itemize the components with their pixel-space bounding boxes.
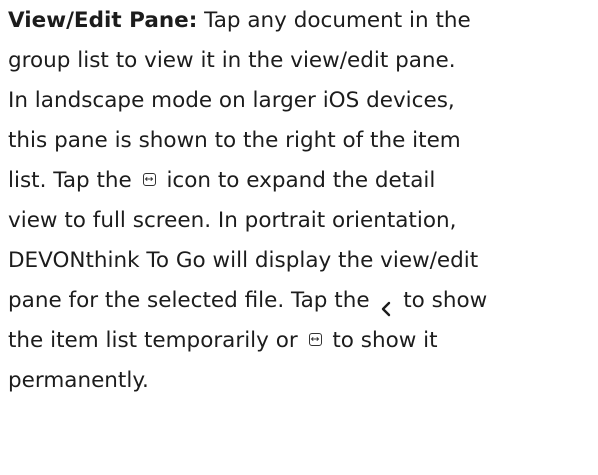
chevron-left-icon [380,291,392,317]
text-segment: permanently. [8,368,149,393]
text-segment: view to full screen. In portrait orienta… [8,208,457,233]
text-segment: this pane is shown to the right of the i… [8,128,461,153]
text-line-2: group list to view it in the view/edit p… [8,41,593,81]
text-segment: DEVONthink To Go will display the view/e… [8,248,479,273]
text-line-4: this pane is shown to the right of the i… [8,121,593,161]
text-segment: Tap any document in the [197,8,471,33]
text-line-10: permanently. [8,361,593,401]
expand-icon [308,332,322,346]
text-segment: the item list temporarily or [8,328,305,353]
text-segment: In landscape mode on larger iOS devices, [8,88,455,113]
text-segment: icon to expand the detail [159,168,436,193]
text-segment: to show it [325,328,438,353]
text-segment: to show [396,288,488,313]
help-paragraph: View/Edit Pane: Tap any document in the … [8,1,593,401]
section-heading: View/Edit Pane: [8,8,198,33]
text-line-5: list. Tap the icon to expand the detail [8,161,593,201]
text-segment: group list to view it in the view/edit p… [8,48,456,73]
text-line-9: the item list temporarily or to show it [8,321,593,361]
text-line-8: pane for the selected file. Tap the to s… [8,281,593,321]
text-line-1: View/Edit Pane: Tap any document in the [8,1,593,41]
text-segment: pane for the selected file. Tap the [8,288,377,313]
text-line-3: In landscape mode on larger iOS devices, [8,81,593,121]
text-segment: list. Tap the [8,168,139,193]
text-line-6: view to full screen. In portrait orienta… [8,201,593,241]
expand-icon [142,172,156,186]
text-line-7: DEVONthink To Go will display the view/e… [8,241,593,281]
